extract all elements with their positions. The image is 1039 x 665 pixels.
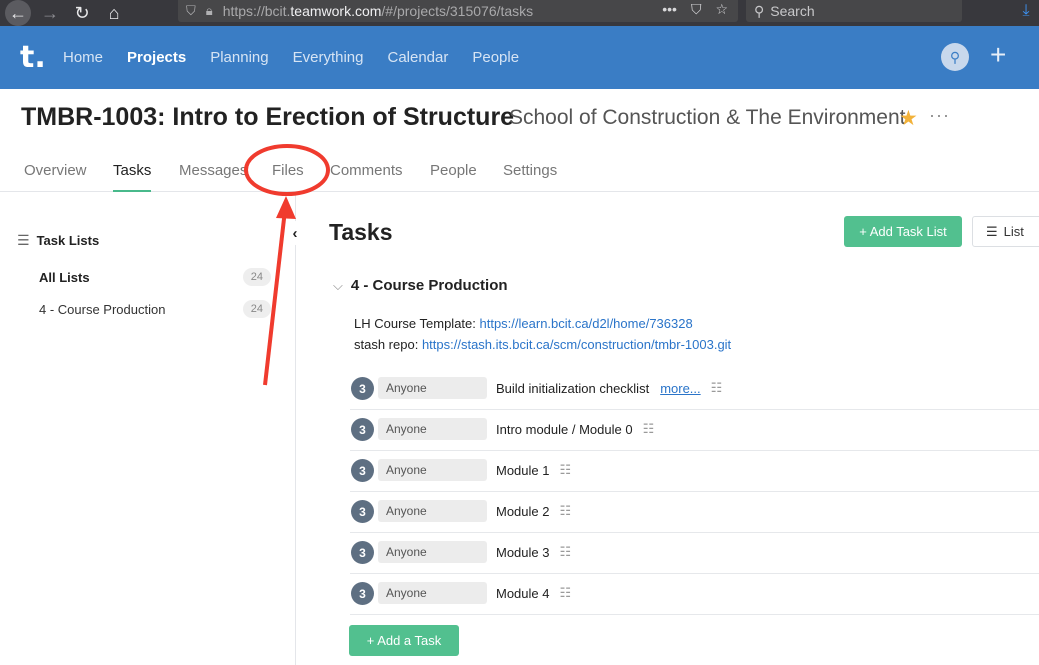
project-tabs: Overview Tasks Messages Files Comments P… [0,150,1039,192]
count-badge: 24 [242,300,271,318]
star-icon[interactable]: ★ [899,106,918,131]
checklist-icon: ☰ [17,232,30,248]
list-view-icon: ☰ [986,223,998,239]
task-row[interactable]: 3 Anyone Module 3 ☷ [350,533,1039,574]
url-bar[interactable]: ⛉ 🔒︎ https://bcit.teamwork.com/#/project… [178,0,738,22]
task-priority-badge[interactable]: 3 [351,377,374,400]
description-icon[interactable]: ☷ [559,462,571,478]
task-name[interactable]: Module 3 [496,545,549,560]
task-row[interactable]: 3 Anyone Build initialization checklist m… [350,369,1039,410]
tasklist-name: 4 - Course Production [350,277,508,294]
task-row[interactable]: 3 Anyone Module 2 ☷ [350,492,1039,533]
tab-tasks[interactable]: Tasks [113,162,152,192]
nav-planning[interactable]: Planning [210,49,268,66]
add-task-list-button[interactable]: + Add Task List [844,216,962,247]
tab-messages[interactable]: Messages [179,162,247,192]
task-priority-badge[interactable]: 3 [351,418,374,441]
url-text: https://bcit.teamwork.com/#/projects/315… [222,3,534,19]
lock-icon: 🔒︎ [205,3,213,18]
description-icon[interactable]: ☷ [711,380,723,396]
bookmark-star-icon[interactable]: ☆ [715,1,728,18]
assignee-field[interactable]: Anyone [378,418,487,440]
nav-projects[interactable]: Projects [127,49,186,66]
tasklist-header[interactable]: ⌵ 4 - Course Production [333,277,508,294]
assignee-field[interactable]: Anyone [378,541,487,563]
nav-people[interactable]: People [472,49,519,66]
main-nav: Home Projects Planning Everything Calend… [63,26,543,89]
stash-repo-link[interactable]: https://stash.its.bcit.ca/scm/constructi… [422,337,731,352]
home-button[interactable]: ⌂ [102,0,126,26]
task-name[interactable]: Module 4 [496,586,549,601]
task-row[interactable]: 3 Anyone Intro module / Module 0 ☷ [350,410,1039,451]
reload-button[interactable]: ↻ [70,0,94,26]
task-priority-badge[interactable]: 3 [351,500,374,523]
teamwork-logo[interactable]: t. [20,40,46,75]
page-actions-icon[interactable]: ••• [662,1,677,18]
task-name[interactable]: Intro module / Module 0 [496,422,633,437]
task-priority-badge[interactable]: 3 [351,459,374,482]
sidebar-heading: ☰ Task Lists [17,232,100,248]
task-priority-badge[interactable]: 3 [351,582,374,605]
description-icon[interactable]: ☷ [559,503,571,519]
task-row[interactable]: 3 Anyone Module 4 ☷ [350,574,1039,615]
download-icon[interactable]: ⤓ [1016,0,1036,22]
description-icon[interactable]: ☷ [559,544,571,560]
more-link[interactable]: more... [660,381,700,396]
pocket-icon[interactable]: ⛉ [691,1,702,18]
chevron-down-icon[interactable]: ⌵ [333,278,343,294]
project-company[interactable]: School of Construction & The Environment [509,106,906,130]
browser-search-input[interactable]: ⚲ Search [746,0,962,22]
description-icon[interactable]: ☷ [643,421,655,437]
tab-files[interactable]: Files [272,162,304,192]
back-arrow-icon: ← [5,0,31,26]
tab-people[interactable]: People [430,162,477,192]
page-title: Tasks [329,219,393,245]
sidebar-item-course-production[interactable]: 4 - Course Production 24 [39,299,271,319]
assignee-field[interactable]: Anyone [378,582,487,604]
quick-add-icon[interactable]: + [990,39,1006,71]
view-mode-button[interactable]: ☰ List [972,216,1039,247]
search-placeholder: Search [770,3,815,19]
nav-home[interactable]: Home [63,49,103,66]
sidebar-item-all-lists[interactable]: All Lists 24 [39,267,271,287]
quick-search-icon[interactable]: ⚲ [941,43,969,71]
project-title: TMBR-1003: Intro to Erection of Structur… [21,103,515,131]
task-row[interactable]: 3 Anyone Module 1 ☷ [350,451,1039,492]
forward-button[interactable]: → [38,0,62,26]
search-icon: ⚲ [754,2,765,19]
tasklist-description: LH Course Template: https://learn.bcit.c… [354,316,732,352]
task-name[interactable]: Module 2 [496,504,549,519]
browser-toolbar: ← → ↻ ⌂ ⛉ 🔒︎ https://bcit.teamwork.com/#… [0,0,1039,26]
count-badge: 24 [242,268,271,286]
description-icon[interactable]: ☷ [559,585,571,601]
task-priority-badge[interactable]: 3 [351,541,374,564]
assignee-field[interactable]: Anyone [378,500,487,522]
nav-calendar[interactable]: Calendar [387,49,448,66]
course-template-link[interactable]: https://learn.bcit.ca/d2l/home/736328 [480,316,693,331]
app-header: t. Home Projects Planning Everything Cal… [0,26,1039,89]
more-options-icon[interactable]: ··· [929,105,950,126]
task-name[interactable]: Module 1 [496,463,549,478]
tab-overview[interactable]: Overview [24,162,87,192]
shield-icon: ⛉ [186,3,196,18]
tab-settings[interactable]: Settings [503,162,557,192]
task-name[interactable]: Build initialization checklist [496,381,649,396]
assignee-field[interactable]: Anyone [378,459,487,481]
add-task-button[interactable]: + Add a Task [349,625,459,656]
collapse-sidebar-icon[interactable]: ‹ [283,221,307,245]
nav-everything[interactable]: Everything [293,49,364,66]
assignee-field[interactable]: Anyone [378,377,487,399]
back-button[interactable]: ← [4,0,32,26]
tasklist-sidebar: ☰ Task Lists All Lists 24 4 - Course Pro… [0,192,307,665]
tab-comments[interactable]: Comments [330,162,403,192]
